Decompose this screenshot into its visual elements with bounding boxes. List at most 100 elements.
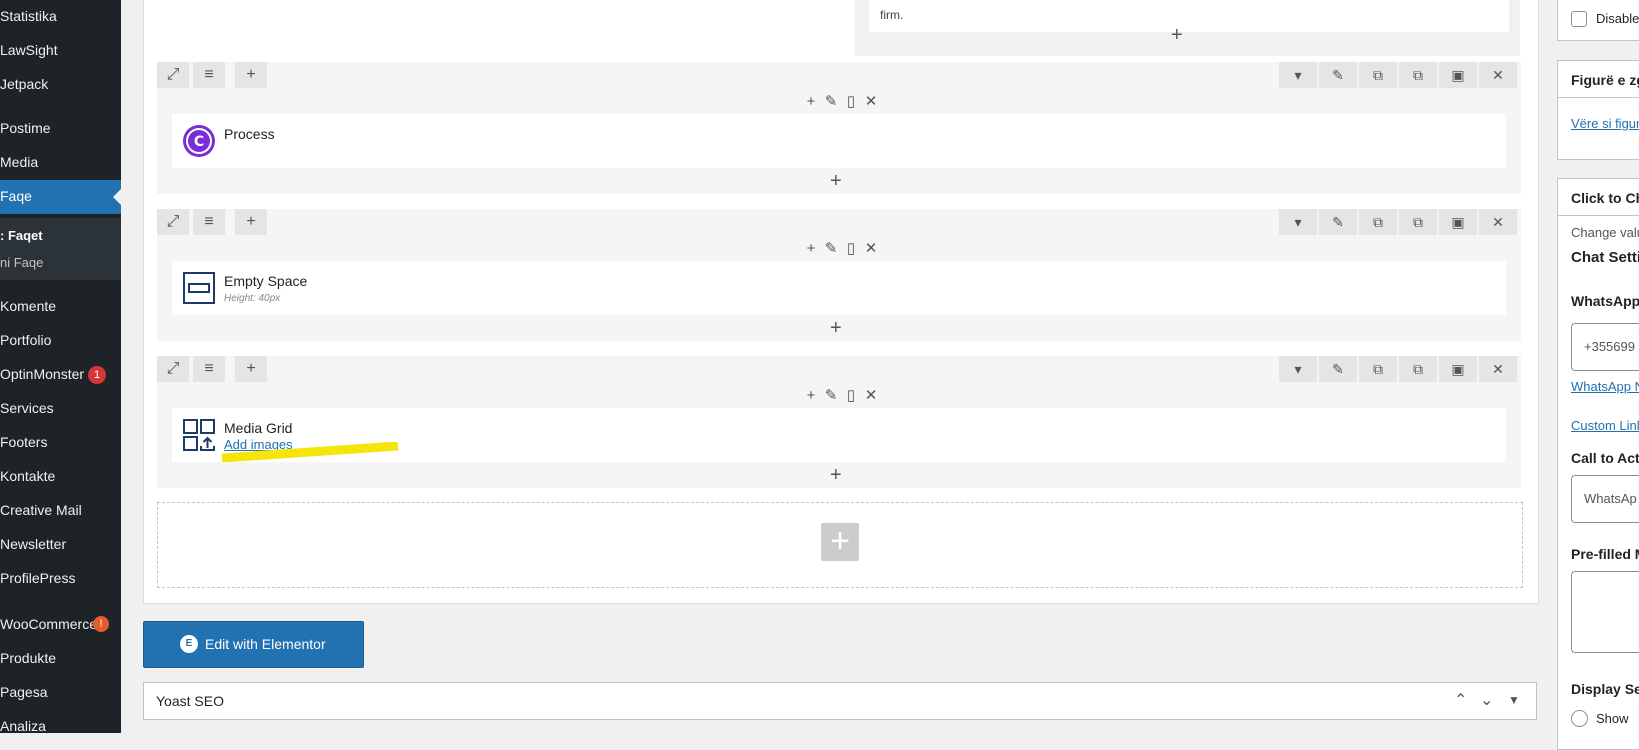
call-to-action-input[interactable]: WhatsAp <box>1571 475 1639 523</box>
sidebar-item-lawsight[interactable]: LawSight <box>0 34 121 68</box>
sidebar-item-label: Portfolio <box>0 332 52 348</box>
sidebar-item-profilepress[interactable]: ProfilePress <box>0 562 121 596</box>
column-paste-icon[interactable]: ▯ <box>841 386 861 404</box>
sidebar-item-analiza[interactable]: Analiza <box>0 710 121 733</box>
row-drag-handle-icon[interactable]: ≡ <box>193 62 225 88</box>
row-expand-icon[interactable]: ⤢ <box>157 62 189 88</box>
row-toolbar: ⤢ ≡ + ▾ ✎ ⧉ ⧉ ▣ ✕ <box>157 356 1521 382</box>
column-delete-icon[interactable]: ✕ <box>861 239 881 257</box>
featured-image-title: Figurë e zg <box>1571 72 1639 88</box>
add-row-plus-icon[interactable]: + <box>821 523 859 561</box>
element-empty-space[interactable]: Empty Space Height: 40px <box>172 261 1506 315</box>
show-label: Show <box>1596 711 1629 726</box>
row-collapse-icon[interactable]: ▾ <box>1279 62 1317 88</box>
row-add-column-icon[interactable]: + <box>235 356 267 382</box>
row-drag-handle-icon[interactable]: ≡ <box>193 209 225 235</box>
row-paste-icon[interactable]: ▣ <box>1439 356 1477 382</box>
row-expand-icon[interactable]: ⤢ <box>157 209 189 235</box>
sidebar-item-creative-mail[interactable]: Creative Mail <box>0 494 121 528</box>
row-collapse-icon[interactable]: ▾ <box>1279 209 1317 235</box>
sidebar-item-statistika[interactable]: Statistika <box>0 0 121 34</box>
sidebar-item-woocommerce[interactable]: WooCommerce! <box>0 608 121 642</box>
whatsapp-number-link[interactable]: WhatsApp N <box>1571 379 1639 394</box>
sidebar-submenu: : Faqet ni Faqe <box>0 218 121 280</box>
move-down-icon[interactable]: ⌄ <box>1480 690 1493 710</box>
element-title: Empty Space <box>224 273 308 289</box>
column-add-icon[interactable]: + <box>801 93 821 110</box>
sidebar-item-label: Kontakte <box>0 468 56 484</box>
row-add-column-icon[interactable]: + <box>235 209 267 235</box>
sidebar-item-footers[interactable]: Footers <box>0 426 121 460</box>
sidebar-item-produkte[interactable]: Produkte <box>0 642 121 676</box>
sidebar-item-kontakte[interactable]: Kontakte <box>0 460 121 494</box>
yoast-seo-panel[interactable]: Yoast SEO ⌃ ⌄ ▼ <box>143 682 1537 720</box>
toggle-panel-icon[interactable]: ▼ <box>1508 693 1520 707</box>
set-featured-image-link[interactable]: Vëre si figur <box>1571 116 1639 131</box>
submenu-item-new-page[interactable]: ni Faqe <box>0 255 43 270</box>
move-up-icon[interactable]: ⌃ <box>1454 690 1467 710</box>
row-paste-icon[interactable]: ▣ <box>1439 62 1477 88</box>
column-edit-icon[interactable]: ✎ <box>821 386 841 404</box>
sidebar-item-label: Services <box>0 400 54 416</box>
whatsapp-number-input[interactable]: +355699 <box>1571 323 1639 371</box>
sidebar-item-jetpack[interactable]: Jetpack <box>0 68 121 102</box>
add-element-plus-icon[interactable]: + <box>830 317 842 340</box>
column-paste-icon[interactable]: ▯ <box>841 239 861 257</box>
row-duplicate-icon[interactable]: ⧉ <box>1359 209 1397 235</box>
row-delete-icon[interactable]: ✕ <box>1479 62 1517 88</box>
show-radio[interactable] <box>1571 710 1588 727</box>
sidebar-item-komente[interactable]: Komente <box>0 290 121 324</box>
sidebar-item-newsletter[interactable]: Newsletter <box>0 528 121 562</box>
column-edit-icon[interactable]: ✎ <box>821 239 841 257</box>
sidebar-item-media[interactable]: Media <box>0 146 121 180</box>
row-edit-icon[interactable]: ✎ <box>1319 209 1357 235</box>
custom-link[interactable]: Custom Link <box>1571 418 1639 433</box>
element-media-grid[interactable]: Media Grid Add images <box>172 408 1506 462</box>
column-controls: + ✎ ▯ ✕ <box>801 92 881 112</box>
column-delete-icon[interactable]: ✕ <box>861 92 881 110</box>
sidebar-item-label: Footers <box>0 434 48 450</box>
previous-column: firm. + <box>855 0 1520 56</box>
sidebar-item-optinmonster[interactable]: OptinMonster 1 <box>0 358 121 392</box>
sidebar-item-pagesa[interactable]: Pagesa <box>0 676 121 710</box>
click-to-chat-header[interactable]: Click to Ch <box>1558 179 1639 216</box>
disable-checkbox[interactable] <box>1571 11 1587 27</box>
row-drag-handle-icon[interactable]: ≡ <box>193 356 225 382</box>
submenu-item-all-pages[interactable]: : Faqet <box>0 228 43 243</box>
featured-image-header[interactable]: Figurë e zg <box>1558 61 1639 98</box>
prefilled-message-textarea[interactable] <box>1571 571 1639 653</box>
add-element-plus-icon[interactable]: + <box>830 170 842 193</box>
add-element-plus-icon[interactable]: + <box>830 464 842 487</box>
row-copy-icon[interactable]: ⧉ <box>1399 209 1437 235</box>
sidebar-item-services[interactable]: Services <box>0 392 121 426</box>
row-edit-icon[interactable]: ✎ <box>1319 62 1357 88</box>
column-add-icon[interactable]: + <box>801 387 821 404</box>
sidebar-item-portfolio[interactable]: Portfolio <box>0 324 121 358</box>
row-edit-icon[interactable]: ✎ <box>1319 356 1357 382</box>
sidebar-item-postime[interactable]: Postime <box>0 112 121 146</box>
column-edit-icon[interactable]: ✎ <box>821 92 841 110</box>
column-paste-icon[interactable]: ▯ <box>841 92 861 110</box>
row-paste-icon[interactable]: ▣ <box>1439 209 1477 235</box>
row-duplicate-icon[interactable]: ⧉ <box>1359 356 1397 382</box>
column-add-icon[interactable]: + <box>801 240 821 257</box>
process-c-icon: C <box>183 125 215 157</box>
row-delete-icon[interactable]: ✕ <box>1479 356 1517 382</box>
row-duplicate-icon[interactable]: ⧉ <box>1359 62 1397 88</box>
row-add-column-icon[interactable]: + <box>235 62 267 88</box>
add-element-plus-icon[interactable]: + <box>1171 24 1183 47</box>
row-expand-icon[interactable]: ⤢ <box>157 356 189 382</box>
element-process[interactable]: C Process <box>172 114 1506 168</box>
elementor-logo-icon: E <box>180 635 198 653</box>
row-collapse-icon[interactable]: ▾ <box>1279 356 1317 382</box>
row-delete-icon[interactable]: ✕ <box>1479 209 1517 235</box>
media-grid-icon <box>183 419 215 451</box>
edit-with-elementor-label: Edit with Elementor <box>205 636 326 652</box>
row-copy-icon[interactable]: ⧉ <box>1399 62 1437 88</box>
sidebar-item-label: Analiza <box>0 718 46 733</box>
sidebar-item-faqe[interactable]: Faqe <box>0 180 121 214</box>
row-copy-icon[interactable]: ⧉ <box>1399 356 1437 382</box>
sidebar-item-label: Faqe <box>0 188 32 204</box>
column-delete-icon[interactable]: ✕ <box>861 386 881 404</box>
edit-with-elementor-button[interactable]: E Edit with Elementor <box>143 621 364 668</box>
